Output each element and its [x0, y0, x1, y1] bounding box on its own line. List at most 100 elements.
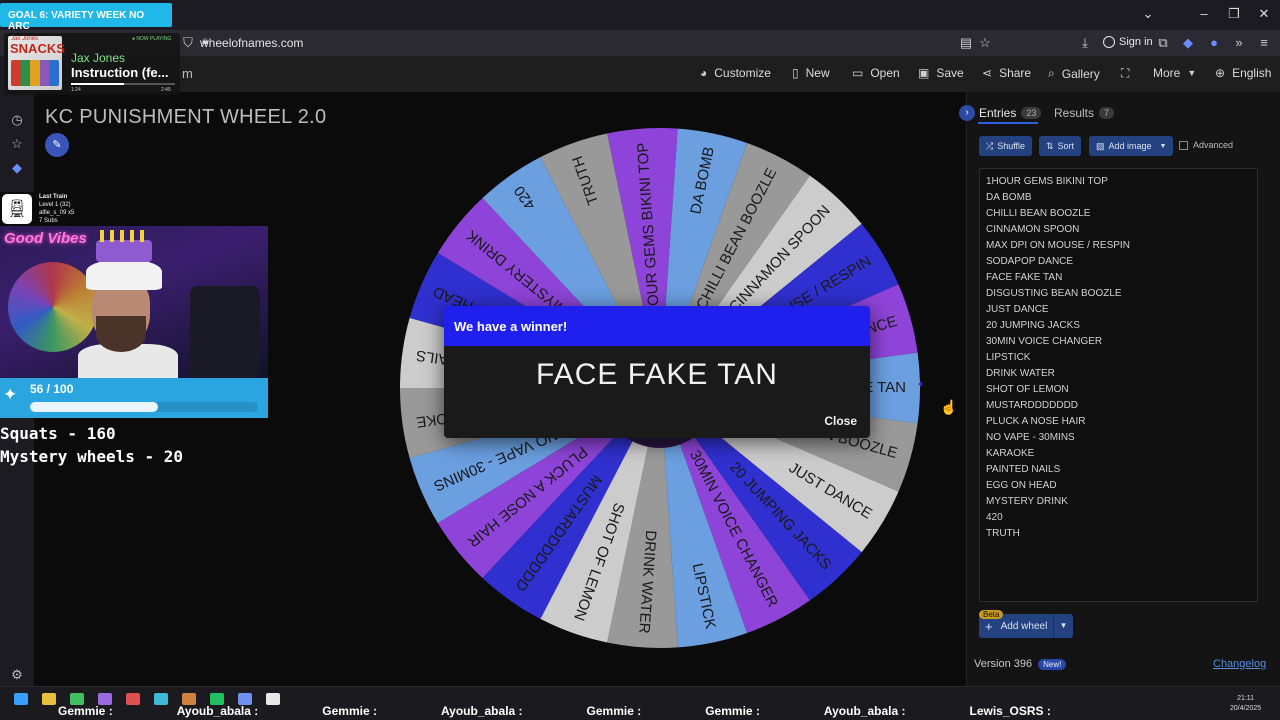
entry-line: SODAPOP DANCE	[986, 256, 1074, 267]
account-icon	[1103, 36, 1115, 48]
chat-ticker-item: Gemmie :	[586, 704, 642, 718]
chat-ticker-item: Ayoub_abala :	[823, 704, 906, 718]
album-art-packages	[11, 60, 59, 86]
chat-ticker-item: Ayoub_abala :	[176, 704, 259, 718]
track-elapsed: 1:24	[71, 87, 81, 93]
entry-line: CHILLI BEAN BOOZLE	[986, 208, 1091, 219]
sort-icon: ⇅	[1046, 140, 1054, 151]
shuffle-icon: ⤮	[986, 140, 994, 151]
edit-title-pencil-icon[interactable]: ✎	[45, 133, 69, 157]
add-image-button[interactable]: ▨ Add image ▼	[1089, 136, 1174, 156]
sign-in-button[interactable]: Sign in	[1103, 36, 1153, 48]
entry-line: FACE FAKE TAN	[986, 272, 1063, 283]
overflow-chevron-icon[interactable]: »	[1231, 35, 1247, 50]
downloads-icon[interactable]: ⤓	[1077, 35, 1093, 51]
reader-view-icon[interactable]: ▤	[958, 35, 974, 51]
track-title: Instruction (fe...	[71, 65, 169, 80]
now-playing-widget: Jax Jones SNACKS ● NOW PLAYING Jax Jones…	[4, 33, 180, 95]
app-logo-text[interactable]: m	[182, 66, 193, 81]
entry-line: DRINK WATER	[986, 368, 1055, 379]
advanced-checkbox[interactable]: Advanced	[1179, 140, 1233, 150]
cake-hat-top	[96, 240, 152, 262]
tab-results-label: Results	[1054, 106, 1095, 120]
tab-entries[interactable]: Entries 23	[979, 106, 1042, 120]
close-dialog-button[interactable]: Close	[824, 414, 857, 428]
maximize-icon[interactable]: ❐	[1224, 6, 1244, 22]
sidebar-extension-icon[interactable]: ◆	[9, 160, 25, 176]
customize-button[interactable]: ◕ Customize	[700, 66, 771, 80]
entry-line: SHOT OF LEMON	[986, 384, 1069, 395]
customize-label: Customize	[714, 66, 771, 80]
stat-mystery-wheels: Mystery wheels - 20	[0, 447, 184, 466]
sign-in-label: Sign in	[1119, 36, 1153, 48]
profile-extension-icon[interactable]: ●	[1206, 35, 1222, 50]
bookmarks-icon[interactable]: ☆	[9, 136, 25, 152]
bookmark-star-icon[interactable]: ☆	[977, 35, 993, 51]
entry-line: DISGUSTING BEAN BOOZLE	[986, 288, 1122, 299]
chat-ticker-item: Gemmie :	[58, 704, 113, 718]
progress-icon: ✦	[3, 385, 18, 404]
entry-line: PAINTED NAILS	[986, 464, 1061, 475]
gallery-button[interactable]: ⌕ Gallery	[1048, 66, 1100, 81]
chat-ticker-item: Gemmie :	[705, 704, 760, 718]
language-button[interactable]: ⊕ English	[1215, 66, 1271, 80]
entry-line: MYSTERY DRINK	[986, 496, 1068, 507]
checkbox-box	[1179, 140, 1188, 150]
changelog-link[interactable]: Changelog	[1213, 658, 1266, 670]
language-label: English	[1232, 66, 1272, 80]
history-icon[interactable]: ◷	[9, 112, 25, 128]
tab-list-chevron-icon[interactable]: ⌄	[1138, 6, 1158, 22]
tracking-shield-icon[interactable]: ⛉	[180, 35, 196, 51]
mouse-cursor-icon: ☝	[940, 399, 958, 415]
sub-train-level: Level 1 (32)	[39, 202, 71, 208]
hamburger-menu-icon[interactable]: ≡	[1256, 35, 1272, 50]
plus-icon: +	[985, 618, 993, 634]
shuffle-label: Shuffle	[997, 141, 1026, 151]
close-window-icon[interactable]: ✕	[1254, 6, 1274, 22]
share-button[interactable]: ⋖ Share	[982, 66, 1031, 80]
wheel-title[interactable]: KC PUNISHMENT WHEEL 2.0	[45, 106, 326, 129]
entry-line: 420	[986, 512, 1003, 523]
new-button[interactable]: ▯ New	[792, 66, 830, 80]
gallery-label: Gallery	[1061, 66, 1100, 81]
chat-ticker-item: Lewis_OSRS :	[969, 704, 1051, 718]
train-icon: 🚆︎	[2, 194, 32, 224]
track-artist: Jax Jones	[71, 51, 126, 65]
sort-button[interactable]: ⇅ Sort	[1039, 136, 1082, 156]
share-icon: ⋖	[982, 66, 993, 80]
candles	[100, 230, 150, 242]
add-wheel-label: Add wheel	[1000, 620, 1048, 632]
settings-gear-icon[interactable]: ⚙	[9, 667, 25, 683]
save-icon: ▣	[918, 66, 930, 80]
tab-entries-label: Entries	[979, 106, 1017, 120]
shuffle-button[interactable]: ⤮ Shuffle	[979, 136, 1033, 156]
tab-results[interactable]: Results 7	[1054, 106, 1115, 120]
minimize-icon[interactable]: –	[1194, 6, 1214, 21]
stat-squats: Squats - 160	[0, 424, 116, 443]
entry-line: MAX DPI ON MOUSE / RESPIN	[986, 240, 1130, 251]
add-wheel-dropdown-icon[interactable]: ▼	[1053, 614, 1073, 638]
entry-line: LIPSTICK	[986, 352, 1031, 363]
collapse-panel-chevron-icon[interactable]: ›	[959, 105, 975, 121]
chat-ticker-item: Gemmie :	[322, 704, 377, 718]
goal-progress-label: 56 / 100	[30, 382, 74, 396]
extensions-icon[interactable]: ⧉	[1155, 35, 1171, 51]
open-button[interactable]: ▭ Open	[852, 66, 900, 80]
save-button[interactable]: ▣ Save	[918, 66, 964, 80]
album-art-title: SNACKS	[10, 41, 65, 56]
fullscreen-button[interactable]: ⛶	[1121, 66, 1129, 81]
goal-progress-fill	[30, 402, 158, 412]
folder-icon: ▭	[852, 66, 864, 80]
globe-icon: ⊕	[1215, 66, 1226, 80]
winner-text: FACE FAKE TAN	[536, 358, 778, 391]
shield-extension-icon[interactable]: ◆	[1180, 35, 1196, 51]
clock-time: 21:11	[1237, 695, 1255, 702]
new-label: New	[805, 66, 830, 80]
entry-line: TRUTH	[986, 528, 1020, 539]
more-button[interactable]: More ▼	[1153, 66, 1196, 80]
entry-line: CINNAMON SPOON	[986, 224, 1080, 235]
caret-down-icon: ▼	[1187, 68, 1197, 78]
entry-line: KARAOKE	[986, 448, 1035, 459]
entry-line: 30MIN VOICE CHANGER	[986, 336, 1103, 347]
address-bar-url[interactable]: wheelofnames.com	[200, 36, 303, 50]
